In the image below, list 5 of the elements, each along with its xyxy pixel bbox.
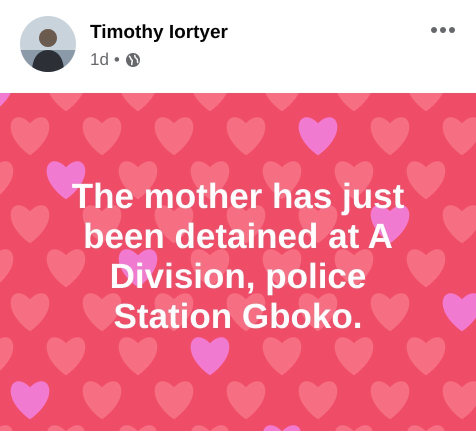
separator-dot: • [114,49,120,71]
post-time[interactable]: 1d [90,48,109,72]
more-options-icon[interactable] [430,26,456,34]
author-name[interactable]: Timothy Iortyer [90,20,416,46]
globe-icon [124,52,141,68]
